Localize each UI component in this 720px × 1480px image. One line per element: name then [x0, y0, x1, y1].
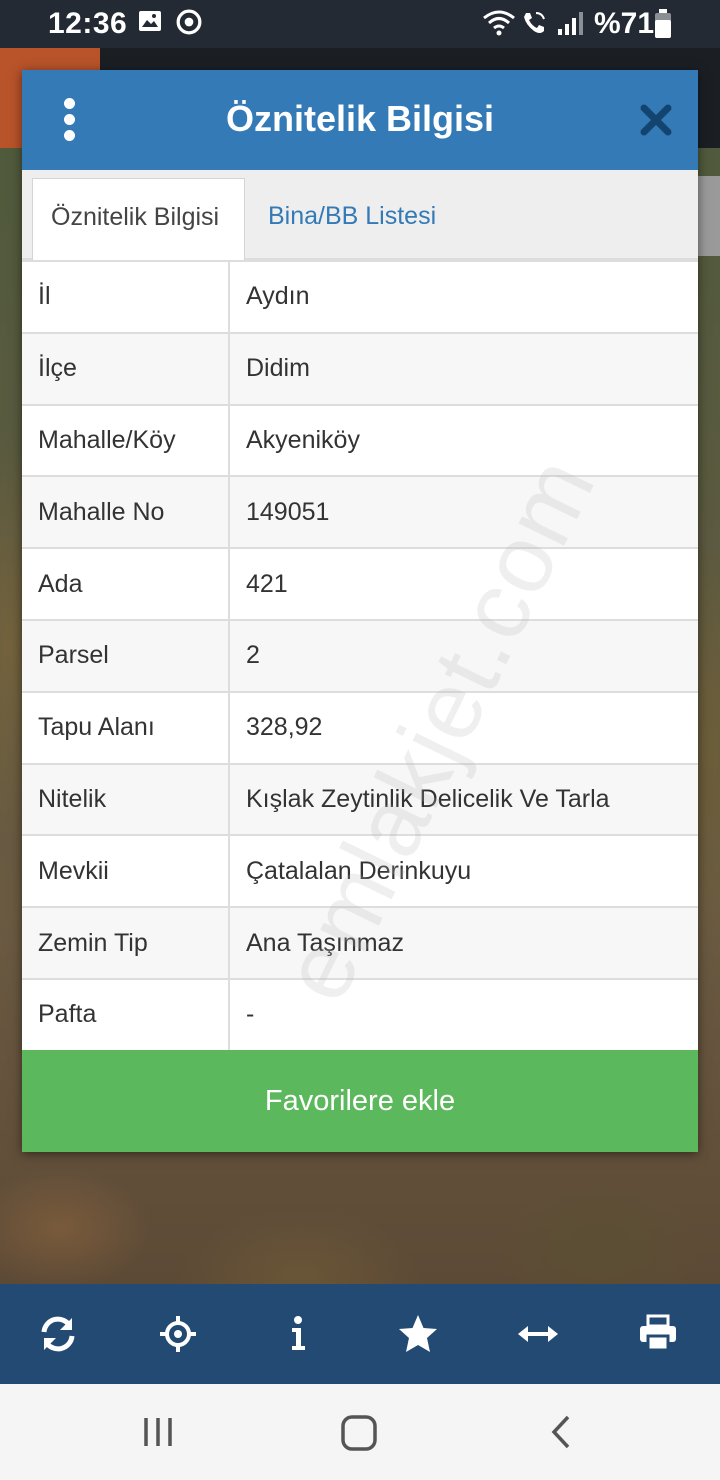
- locate-icon[interactable]: [156, 1312, 200, 1356]
- dialog-header: Öznitelik Bilgisi: [22, 70, 698, 170]
- dialog-title: Öznitelik Bilgisi: [225, 98, 495, 139]
- signal-icon: [558, 12, 583, 35]
- table-row: İlçe Didim: [22, 331, 698, 406]
- attribute-key: Zemin Tip: [22, 906, 230, 980]
- attribute-value: -: [228, 977, 698, 1052]
- tab-bar: Öznitelik Bilgisi Bina/BB Listesi: [22, 170, 698, 260]
- attribute-key: Pafta: [22, 977, 230, 1052]
- attribute-value: Aydın: [228, 260, 698, 334]
- table-row: Zemin Tip Ana Taşınmaz: [22, 906, 698, 980]
- wifi-icon: [483, 10, 515, 36]
- table-row: Mevkii Çatalalan Derinkuyu: [22, 834, 698, 909]
- wifi-call-icon: [524, 12, 545, 33]
- table-row: Tapu Alanı 328,92: [22, 690, 698, 765]
- system-nav-bar: [0, 1384, 720, 1480]
- close-icon[interactable]: [640, 104, 672, 136]
- tab-building-list[interactable]: Bina/BB Listesi: [250, 178, 454, 260]
- table-row: Ada 421: [22, 547, 698, 621]
- table-row: Pafta -: [22, 977, 698, 1052]
- attribute-key: İl: [22, 260, 230, 334]
- print-icon[interactable]: [636, 1312, 680, 1356]
- attribute-value: Didim: [228, 331, 698, 406]
- attribute-value: 328,92: [228, 690, 698, 765]
- attribute-key: Nitelik: [22, 762, 230, 837]
- table-row: Mahalle/Köy Akyeniköy: [22, 403, 698, 478]
- attribute-key: Mevkii: [22, 834, 230, 909]
- sync-icon: [176, 9, 202, 35]
- map-side-handle[interactable]: [698, 176, 720, 256]
- refresh-icon[interactable]: [36, 1312, 80, 1356]
- table-row: Parsel 2: [22, 618, 698, 693]
- star-icon[interactable]: [396, 1312, 440, 1356]
- battery-icon: [655, 9, 671, 38]
- table-row: İl Aydın: [22, 260, 698, 334]
- info-icon[interactable]: [276, 1312, 320, 1356]
- battery-percent: %71: [594, 7, 655, 40]
- measure-icon[interactable]: [516, 1312, 560, 1356]
- add-favorite-button[interactable]: Favorilere ekle: [22, 1050, 698, 1152]
- attribute-key: Mahalle No: [22, 475, 230, 550]
- home-icon[interactable]: [340, 1414, 378, 1452]
- attribute-value: Akyeniköy: [228, 403, 698, 478]
- tab-attribute-info[interactable]: Öznitelik Bilgisi: [32, 178, 245, 260]
- attribute-key: İlçe: [22, 331, 230, 406]
- status-bar: 12:36 %71: [0, 0, 720, 48]
- attribute-key: Mahalle/Köy: [22, 403, 230, 478]
- map-toolbar: [0, 1284, 720, 1384]
- attribute-key: Tapu Alanı: [22, 690, 230, 765]
- attribute-table: İl Aydın İlçe Didim Mahalle/Köy Akyeniköy Maha…: [22, 260, 698, 1052]
- attribute-value: Ana Taşınmaz: [228, 906, 698, 980]
- table-row: Mahalle No 149051: [22, 475, 698, 550]
- attribute-key: Ada: [22, 547, 230, 621]
- status-time: 12:36: [48, 7, 128, 40]
- attribute-value: 421: [228, 547, 698, 621]
- attribute-value: Çatalalan Derinkuyu: [228, 834, 698, 909]
- back-icon[interactable]: [546, 1414, 576, 1450]
- table-row: Nitelik Kışlak Zeytinlik Delicelik Ve Tar…: [22, 762, 698, 837]
- recent-apps-icon[interactable]: [140, 1414, 176, 1450]
- attribute-value: Kışlak Zeytinlik Delicelik Ve Tarla: [228, 762, 698, 837]
- attribute-dialog: Öznitelik Bilgisi Öznitelik Bilgisi Bina…: [22, 70, 698, 1152]
- image-icon: [139, 11, 161, 31]
- attribute-value: 149051: [228, 475, 698, 550]
- attribute-value: 2: [228, 618, 698, 693]
- attribute-key: Parsel: [22, 618, 230, 693]
